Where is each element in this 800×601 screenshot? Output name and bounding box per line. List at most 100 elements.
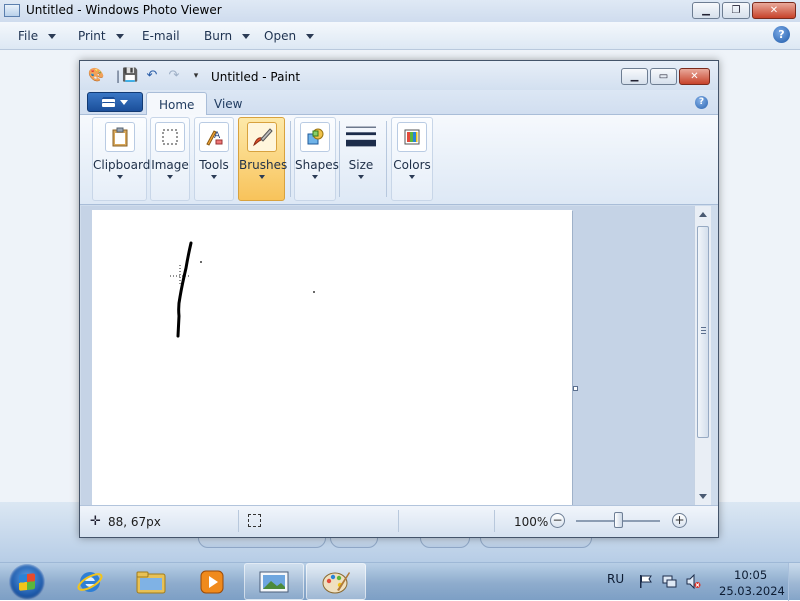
maximize-icon: ▭ bbox=[658, 71, 669, 82]
ribbon-label-clipboard: Clipboard bbox=[93, 158, 151, 172]
ribbon-group-image[interactable]: Image bbox=[150, 117, 190, 201]
taskbar-windows-media-player[interactable] bbox=[182, 563, 242, 600]
ribbon-group-shapes[interactable]: Shapes bbox=[294, 117, 339, 201]
tab-view[interactable]: View bbox=[202, 92, 254, 116]
scrollbar-grip-icon bbox=[701, 327, 706, 336]
internet-explorer-icon bbox=[77, 571, 103, 592]
chevron-down-icon bbox=[48, 33, 57, 39]
tab-home[interactable]: Home bbox=[146, 92, 208, 116]
ribbon-separator bbox=[290, 121, 291, 197]
document-icon bbox=[102, 97, 115, 107]
menu-email-label: E-mail bbox=[142, 29, 180, 43]
taskbar-paint[interactable] bbox=[306, 563, 366, 600]
paint-minimize-button[interactable]: ▁ bbox=[621, 68, 648, 85]
photo-viewer-help-icon[interactable]: ? bbox=[773, 26, 790, 43]
photo-viewer-menu-bar: File Print E-mail Burn Open bbox=[0, 22, 800, 50]
chevron-down-icon bbox=[358, 175, 364, 179]
ribbon-label-brushes: Brushes bbox=[239, 158, 288, 172]
ribbon-label-tools: Tools bbox=[199, 158, 229, 172]
drawing-canvas[interactable] bbox=[92, 210, 572, 505]
ribbon-tab-strip: Home View ? bbox=[80, 90, 718, 116]
paint-close-button[interactable]: ✕ bbox=[679, 68, 710, 85]
chevron-down-icon bbox=[120, 99, 128, 105]
maximize-button[interactable]: ❐ bbox=[722, 2, 750, 19]
show-desktop-button[interactable] bbox=[788, 563, 800, 601]
zoom-out-button[interactable]: − bbox=[550, 513, 565, 528]
clock-date[interactable]: 25.03.2024 bbox=[719, 584, 785, 598]
save-icon[interactable]: 💾 bbox=[122, 68, 138, 84]
chevron-down-icon bbox=[258, 175, 265, 179]
chevron-down-icon bbox=[312, 175, 318, 179]
zoom-in-button[interactable]: + bbox=[672, 513, 687, 528]
taskbar-windows-explorer[interactable] bbox=[121, 563, 181, 600]
folder-icon bbox=[136, 571, 166, 593]
start-button[interactable] bbox=[9, 564, 45, 600]
minimize-icon: ▁ bbox=[702, 5, 710, 16]
paint-application-menu-button[interactable] bbox=[87, 92, 143, 112]
chevron-down-icon bbox=[211, 175, 217, 179]
language-indicator[interactable]: RU bbox=[607, 572, 624, 586]
ribbon-separator bbox=[386, 121, 387, 197]
chevron-down-icon bbox=[167, 175, 173, 179]
paint-status-bar: ✛ 88, 67px 100% − + bbox=[80, 505, 718, 537]
ribbon-label-colors: Colors bbox=[393, 158, 431, 172]
photo-viewer-title: Untitled - Windows Photo Viewer bbox=[26, 3, 222, 17]
close-icon: ✕ bbox=[690, 71, 699, 82]
taskbar-internet-explorer[interactable] bbox=[60, 563, 120, 600]
ribbon-label-size: Size bbox=[348, 158, 374, 172]
ribbon-group-brushes[interactable]: Brushes bbox=[238, 117, 288, 201]
close-button[interactable]: ✕ bbox=[752, 2, 796, 19]
scrollbar-thumb[interactable] bbox=[697, 226, 709, 438]
status-divider bbox=[494, 510, 495, 532]
ribbon-help-icon[interactable]: ? bbox=[695, 96, 708, 109]
menu-print-label: Print bbox=[78, 29, 106, 43]
line-size-icon bbox=[346, 122, 376, 152]
ribbon-label-shapes: Shapes bbox=[295, 158, 339, 172]
chevron-down-icon bbox=[115, 33, 124, 39]
chevron-down-icon bbox=[242, 33, 251, 39]
scroll-down-icon[interactable] bbox=[699, 494, 707, 499]
menu-burn[interactable]: Burn bbox=[204, 29, 251, 43]
network-icon[interactable] bbox=[662, 574, 677, 589]
scroll-up-icon[interactable] bbox=[699, 212, 707, 217]
windows-logo-icon bbox=[19, 573, 35, 591]
taskbar-windows-photo-viewer[interactable] bbox=[244, 563, 304, 600]
restore-icon: ❐ bbox=[731, 5, 741, 16]
menu-open[interactable]: Open bbox=[264, 29, 315, 43]
canvas-resize-handle[interactable] bbox=[573, 386, 578, 391]
clock-time[interactable]: 10:05 bbox=[734, 568, 767, 582]
paint-app-icon[interactable]: 🎨 bbox=[88, 68, 104, 84]
menu-print[interactable]: Print bbox=[78, 29, 124, 43]
paint-window: 🎨 | 💾 ↶ ↷ ▾ Untitled - Paint ▁ ▭ ✕ Home … bbox=[79, 60, 719, 538]
volume-muted-icon[interactable] bbox=[686, 574, 701, 589]
cursor-position: 88, 67px bbox=[108, 515, 161, 529]
paint-window-controls: ▁ ▭ ✕ bbox=[621, 68, 710, 85]
color-palette-icon bbox=[397, 122, 427, 152]
paint-maximize-button[interactable]: ▭ bbox=[650, 68, 677, 85]
ribbon-group-size[interactable]: Size bbox=[340, 117, 382, 201]
paint-palette-icon bbox=[322, 571, 350, 593]
image-select-icon bbox=[155, 122, 185, 152]
ribbon-label-image: Image bbox=[151, 158, 189, 172]
ribbon-group-clipboard[interactable]: Clipboard bbox=[92, 117, 151, 201]
photo-viewer-title-bar[interactable]: Untitled - Windows Photo Viewer ▁ ❐ ✕ bbox=[0, 0, 800, 22]
zoom-level: 100% bbox=[514, 515, 549, 529]
menu-file[interactable]: File bbox=[18, 29, 57, 43]
status-divider bbox=[398, 510, 399, 532]
undo-icon[interactable]: ↶ bbox=[144, 68, 160, 84]
zoom-slider-thumb[interactable] bbox=[614, 512, 623, 528]
minimize-button[interactable]: ▁ bbox=[692, 2, 720, 19]
vertical-scrollbar[interactable] bbox=[694, 206, 711, 505]
redo-icon[interactable]: ↷ bbox=[166, 68, 182, 84]
menu-burn-label: Burn bbox=[204, 29, 233, 43]
ribbon-group-colors[interactable]: Colors bbox=[391, 117, 433, 201]
customize-quick-access-icon[interactable]: ▾ bbox=[188, 68, 204, 84]
paint-title: Untitled - Paint bbox=[211, 70, 301, 84]
action-center-flag-icon[interactable] bbox=[638, 574, 653, 589]
ribbon-group-tools[interactable]: A Tools bbox=[194, 117, 234, 201]
cursor-position-icon: ✛ bbox=[90, 514, 101, 529]
media-player-icon bbox=[200, 570, 224, 593]
menu-email[interactable]: E-mail bbox=[142, 29, 180, 43]
paint-title-bar[interactable]: 🎨 | 💾 ↶ ↷ ▾ Untitled - Paint ▁ ▭ ✕ bbox=[80, 61, 718, 90]
photo-viewer-window-controls: ▁ ❐ ✕ bbox=[692, 2, 796, 19]
